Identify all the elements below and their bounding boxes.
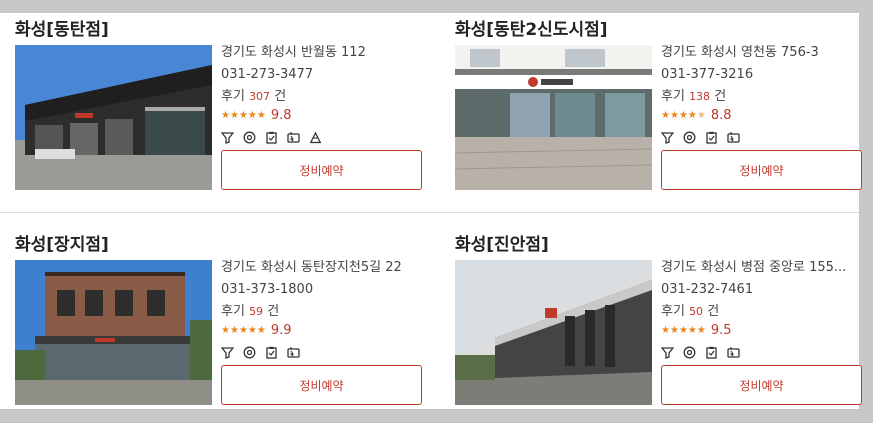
tire-icon	[243, 346, 256, 359]
battery-icon	[727, 131, 740, 144]
store-photo[interactable]	[455, 45, 652, 190]
reviews-count: 50	[689, 305, 704, 318]
store-address: 경기도 화성시 동탄장지천5길 22	[221, 260, 402, 275]
rating-stars: ★ ★ ★ ★ ★	[661, 111, 706, 121]
store-phone[interactable]: 031-232-7461	[661, 279, 866, 301]
store-photo[interactable]	[15, 45, 212, 190]
reviews-unit: 건	[714, 89, 727, 104]
checklist-icon	[265, 131, 278, 144]
tire-icon	[683, 346, 696, 359]
star-icon: ★	[221, 110, 230, 121]
star-icon: ★	[256, 110, 266, 121]
reviews-unit: 건	[707, 304, 720, 319]
store-info: 경기도 화성시 동탄장지천5길 22 031-373-1800 후기 59 건 …	[221, 257, 426, 360]
star-icon: ★	[696, 325, 706, 336]
star-icon: ★	[661, 110, 670, 121]
store-address: 경기도 화성시 영천동 756-3	[661, 45, 819, 60]
reviews-count: 307	[249, 90, 271, 103]
reviews-label: 후기	[661, 89, 685, 104]
reviews-label: 후기	[221, 89, 245, 104]
star-icon: ★	[229, 110, 239, 121]
store-phone[interactable]: 031-273-3477	[221, 64, 426, 86]
rating-score: 9.5	[710, 323, 732, 338]
reviews-label: 후기	[221, 304, 245, 319]
service-icons	[661, 129, 866, 145]
store-card: 화성[장지점] 경기도 화성시 동탄장지천5길 22 031-373-1800	[0, 230, 430, 410]
row-divider	[0, 212, 859, 213]
reviews-unit: 건	[274, 89, 287, 104]
store-info: 경기도 화성시 반월동 112 031-273-3477 후기 307 건 ★ ★…	[221, 42, 426, 145]
wash-icon	[661, 346, 674, 359]
store-info: 경기도 화성시 병점 중앙로 155... 031-232-7461 후기 50…	[661, 257, 866, 360]
store-photo[interactable]	[15, 260, 212, 405]
store-reviews[interactable]: 후기 138 건	[661, 86, 866, 107]
star-icon: ★	[696, 110, 706, 121]
checklist-icon	[705, 131, 718, 144]
rating-stars: ★ ★ ★ ★ ★	[661, 326, 706, 336]
store-list-panel: 화성[동탄점] 경기도 화성시 반월동 112 031-273-3477 후기	[0, 13, 862, 410]
star-icon: ★	[238, 110, 248, 121]
store-address: 경기도 화성시 반월동 112	[221, 45, 366, 60]
store-name[interactable]: 화성[동탄2신도시점]	[455, 15, 608, 40]
wash-icon	[661, 131, 674, 144]
wash-icon	[221, 346, 234, 359]
star-icon: ★	[678, 325, 688, 336]
rating-stars: ★ ★ ★ ★ ★	[221, 111, 266, 121]
reviews-count: 138	[689, 90, 711, 103]
store-rating: ★ ★ ★ ★ ★ 8.8	[661, 107, 866, 125]
star-icon: ★	[661, 325, 670, 336]
reviews-label: 후기	[661, 304, 685, 319]
store-phone[interactable]: 031-377-3216	[661, 64, 866, 86]
star-icon: ★	[687, 325, 697, 336]
reserve-button[interactable]: 정비예약	[661, 150, 862, 190]
service-icons	[661, 344, 866, 360]
store-info: 경기도 화성시 영천동 756-3 031-377-3216 후기 138 건 …	[661, 42, 866, 145]
battery-icon	[287, 131, 300, 144]
rating-stars: ★ ★ ★ ★ ★	[221, 326, 266, 336]
star-icon: ★	[678, 110, 688, 121]
store-rating: ★ ★ ★ ★ ★ 9.9	[221, 322, 426, 340]
checklist-icon	[705, 346, 718, 359]
tire-icon	[683, 131, 696, 144]
store-rating: ★ ★ ★ ★ ★ 9.5	[661, 322, 866, 340]
star-icon: ★	[238, 325, 248, 336]
wash-icon	[221, 131, 234, 144]
reserve-button[interactable]: 정비예약	[221, 150, 422, 190]
store-photo[interactable]	[455, 260, 652, 405]
star-icon: ★	[221, 325, 230, 336]
reviews-count: 59	[249, 305, 264, 318]
store-name[interactable]: 화성[동탄점]	[15, 15, 109, 40]
star-icon: ★	[687, 110, 697, 121]
star-icon: ★	[247, 110, 257, 121]
reserve-button[interactable]: 정비예약	[221, 365, 422, 405]
battery-icon	[727, 346, 740, 359]
store-reviews[interactable]: 후기 50 건	[661, 301, 866, 322]
service-icons	[221, 344, 426, 360]
store-reviews[interactable]: 후기 59 건	[221, 301, 426, 322]
store-phone[interactable]: 031-373-1800	[221, 279, 426, 301]
store-reviews[interactable]: 후기 307 건	[221, 86, 426, 107]
store-rating: ★ ★ ★ ★ ★ 9.8	[221, 107, 426, 125]
rating-score: 8.8	[710, 108, 732, 123]
checklist-icon	[265, 346, 278, 359]
star-icon: ★	[256, 325, 266, 336]
service-icons	[221, 129, 426, 145]
tire-icon	[243, 131, 256, 144]
alignment-icon	[309, 131, 322, 144]
store-card: 화성[동탄점] 경기도 화성시 반월동 112 031-273-3477 후기	[0, 15, 430, 195]
star-icon: ★	[669, 110, 679, 121]
reserve-button[interactable]: 정비예약	[661, 365, 862, 405]
store-card: 화성[동탄2신도시점] 경기도 화성시 영천동 756-3 031-377-32…	[440, 15, 870, 195]
rating-score: 9.9	[270, 323, 292, 338]
rating-score: 9.8	[270, 108, 292, 123]
store-name[interactable]: 화성[진안점]	[455, 230, 549, 255]
reviews-unit: 건	[267, 304, 280, 319]
store-address: 경기도 화성시 병점 중앙로 155...	[661, 260, 847, 275]
star-icon: ★	[229, 325, 239, 336]
store-card: 화성[진안점] 경기도 화성시 병점 중앙로 155... 031-232-74…	[440, 230, 870, 410]
battery-icon	[287, 346, 300, 359]
star-icon: ★	[247, 325, 257, 336]
star-icon: ★	[669, 325, 679, 336]
store-name[interactable]: 화성[장지점]	[15, 230, 109, 255]
